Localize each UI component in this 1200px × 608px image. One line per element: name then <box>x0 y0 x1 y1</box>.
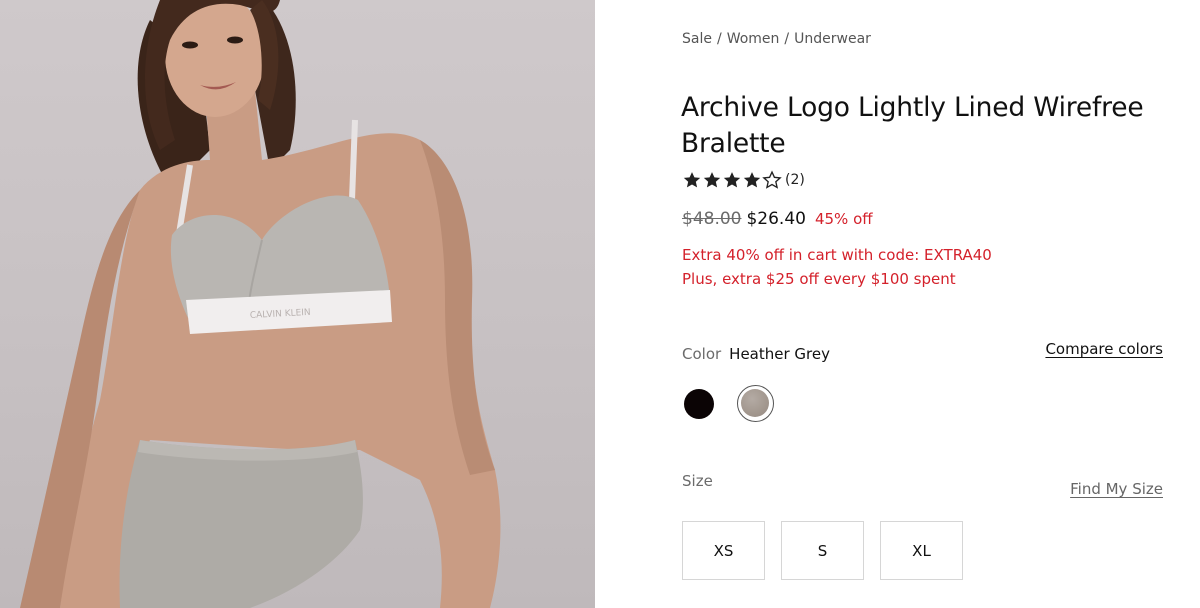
size-option-xs[interactable]: XS <box>682 521 765 580</box>
color-swatch-heather-grey[interactable] <box>737 385 774 422</box>
review-count[interactable]: (2) <box>785 172 805 188</box>
star-filled-icon <box>743 172 761 188</box>
breadcrumb-item-sale[interactable]: Sale <box>682 31 712 47</box>
original-price: $48.00 <box>682 209 742 229</box>
breadcrumb: Sale / Women / Underwear <box>682 31 871 47</box>
breadcrumb-separator: / <box>716 31 722 47</box>
star-filled-icon <box>683 172 701 188</box>
product-details-panel: Sale / Women / Underwear Archive Logo Lightl… <box>595 0 1200 608</box>
color-swatch-black[interactable] <box>681 386 717 422</box>
product-title: Archive Logo Lightly Lined Wirefree Bral… <box>681 92 1144 159</box>
star-rating <box>682 170 782 190</box>
product-image[interactable]: CALVIN KLEIN <box>0 0 595 608</box>
breadcrumb-separator: / <box>784 31 790 47</box>
promo-message: Plus, extra $25 off every $100 spent <box>682 270 956 288</box>
breadcrumb-item-women[interactable]: Women <box>727 31 780 47</box>
star-filled-icon <box>723 172 741 188</box>
color-swatch-fill <box>684 389 714 419</box>
color-swatch-fill <box>741 389 769 417</box>
star-empty-icon <box>762 170 782 189</box>
sale-price: $26.40 <box>746 209 806 229</box>
model-photo: CALVIN KLEIN <box>20 0 501 608</box>
price-row: $48.00 $26.40 45% off <box>682 209 873 229</box>
find-my-size-link[interactable]: Find My Size <box>1070 480 1163 498</box>
promo-message: Extra 40% off in cart with code: EXTRA40 <box>682 246 992 264</box>
product-rating[interactable]: (2) <box>682 170 805 190</box>
color-selection-label: Color Heather Grey <box>682 345 830 363</box>
color-label: Color <box>682 345 722 363</box>
selected-color-name: Heather Grey <box>729 345 830 363</box>
discount-badge: 45% off <box>814 210 873 228</box>
compare-colors-link[interactable]: Compare colors <box>1045 340 1163 358</box>
star-filled-icon <box>703 172 721 188</box>
breadcrumb-item-underwear[interactable]: Underwear <box>794 31 871 47</box>
size-label: Size <box>682 472 713 490</box>
size-option-xl[interactable]: XL <box>880 521 963 580</box>
size-option-s[interactable]: S <box>781 521 864 580</box>
